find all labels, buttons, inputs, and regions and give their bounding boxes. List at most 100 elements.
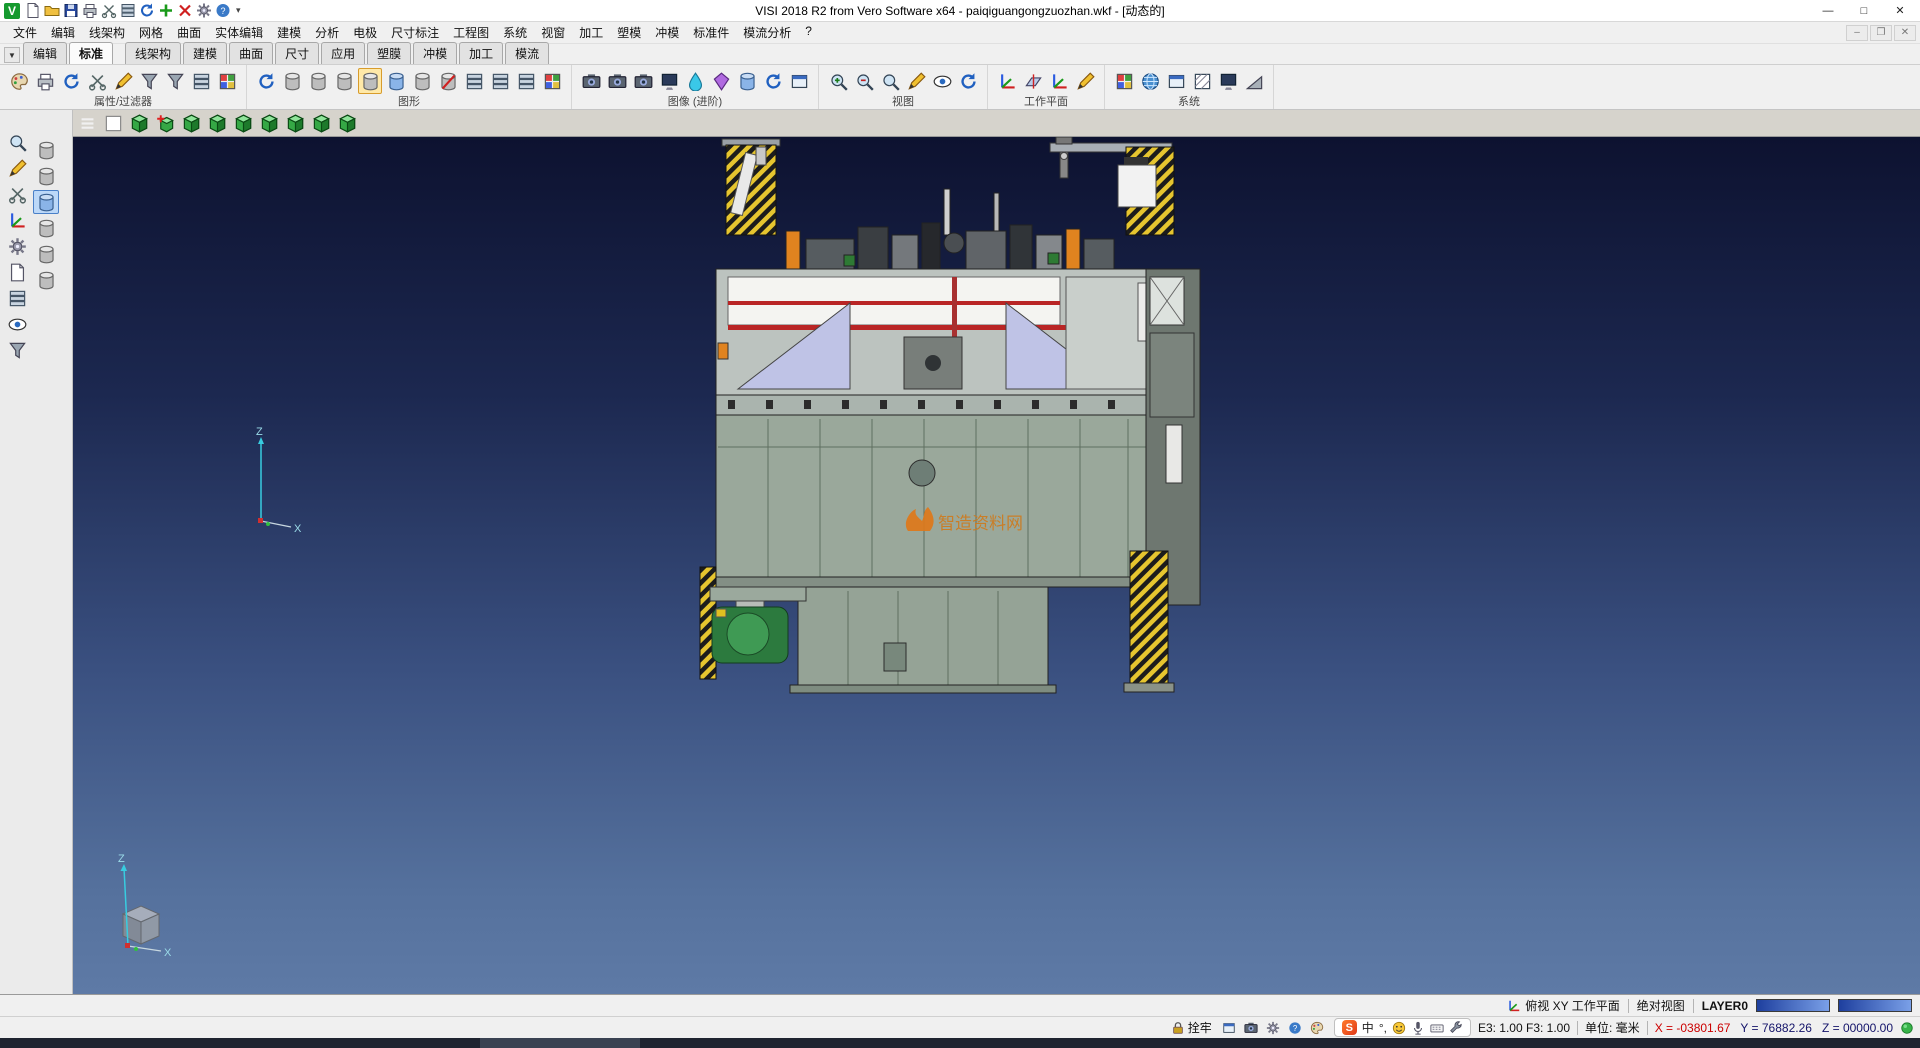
ime-voice-icon[interactable] [1411,1021,1425,1035]
system-web[interactable] [1138,68,1162,94]
close-button[interactable]: ✕ [1882,1,1918,21]
image-capture[interactable] [579,68,603,94]
filter-wireframe[interactable] [33,216,59,240]
filter-points[interactable] [33,268,59,292]
ribbon-tab[interactable]: 线架构 [125,42,181,64]
display-ghost[interactable] [410,68,434,94]
mdi-minimize-button[interactable]: – [1846,25,1868,41]
image-window[interactable] [787,68,811,94]
menu-item[interactable]: 标准件 [686,22,736,43]
system-windows[interactable] [1164,68,1188,94]
view-slider-1[interactable] [1756,999,1830,1012]
menu-item[interactable]: 视窗 [534,22,572,43]
layer-indicator[interactable]: LAYER0 [1702,999,1748,1013]
qat-print[interactable] [81,2,99,20]
sidebar-zoom-tool[interactable] [4,130,30,154]
view-axonometric[interactable] [335,111,359,135]
sidebar-notes-tool[interactable] [4,260,30,284]
display-solid[interactable] [280,68,304,94]
menu-item[interactable]: 工程图 [446,22,496,43]
sidebar-filter-tool[interactable] [4,338,30,362]
mdi-restore-button[interactable]: ❐ [1870,25,1892,41]
minimize-button[interactable]: — [1810,1,1846,21]
sidebar-axes-tool[interactable] [4,208,30,232]
status-help[interactable] [1285,1018,1305,1037]
qat-open-file[interactable] [43,2,61,20]
view-single-window[interactable] [101,111,125,135]
lock-toggle[interactable]: 拴牢 [1171,1019,1212,1036]
mdi-close-button[interactable]: ✕ [1894,25,1916,41]
ime-toolbox-icon[interactable] [1449,1021,1463,1035]
gantry-post-right[interactable] [1050,137,1174,235]
qat-save-file[interactable] [62,2,80,20]
menu-item[interactable]: 系统 [496,22,534,43]
menu-item[interactable]: 编辑 [44,22,82,43]
workplane-origin[interactable] [995,68,1019,94]
qat-layers[interactable] [119,2,137,20]
mode-tab[interactable]: 编辑 [23,42,67,64]
filter-curves[interactable] [33,242,59,266]
menu-item[interactable]: 曲面 [170,22,208,43]
maximize-button[interactable]: □ [1846,1,1882,21]
ribbon-tab[interactable]: 建模 [183,42,227,64]
list-view-1[interactable] [462,68,486,94]
status-settings[interactable] [1263,1018,1283,1037]
display-selected[interactable] [384,68,408,94]
attribute-paint[interactable] [7,68,31,94]
zoom-in[interactable] [826,68,850,94]
view-bottom[interactable] [257,111,281,135]
workplane-axes[interactable] [1047,68,1071,94]
view-left[interactable] [283,111,307,135]
system-hatch[interactable] [1190,68,1214,94]
qat-delete-entity[interactable] [176,2,194,20]
mode-tab[interactable]: 标准 [69,42,113,64]
qat-refresh[interactable] [138,2,156,20]
attribute-trim[interactable] [85,68,109,94]
menu-item[interactable]: 模流分析 [736,22,798,43]
qat-cut[interactable] [100,2,118,20]
sidebar-visibility-tool[interactable] [4,312,30,336]
color-table[interactable] [540,68,564,94]
view-annotate[interactable] [904,68,928,94]
windows-taskbar[interactable] [0,1038,1920,1048]
attribute-swap[interactable] [59,68,83,94]
sidebar-trim-tool[interactable] [4,182,30,206]
image-render[interactable] [605,68,629,94]
image-preview[interactable] [657,68,681,94]
gantry-post-left[interactable] [722,139,780,235]
bolt-band[interactable] [716,395,1178,415]
image-material[interactable] [709,68,733,94]
menu-item[interactable]: 冲模 [648,22,686,43]
sidebar-layers-tool[interactable] [4,286,30,310]
absolute-view-label[interactable]: 绝对视图 [1637,997,1685,1014]
menu-item[interactable]: 塑模 [610,22,648,43]
zoom-fit[interactable] [878,68,902,94]
system-materials[interactable] [1242,68,1266,94]
qat-more-button[interactable]: ▾ [232,5,245,16]
image-refresh[interactable] [761,68,785,94]
attribute-print[interactable] [33,68,57,94]
ribbon-tab[interactable]: 加工 [459,42,503,64]
top-machinery[interactable] [786,189,1114,269]
zoom-out[interactable] [852,68,876,94]
menu-item[interactable]: 文件 [6,22,44,43]
sidebar-settings-tool[interactable] [4,234,30,258]
view-isometric[interactable] [127,111,151,135]
menu-item[interactable]: 电极 [346,22,384,43]
ribbon-tab[interactable]: 塑膜 [367,42,411,64]
image-transparency[interactable] [683,68,707,94]
workplane-indicator[interactable]: 俯视 XY 工作平面 [1507,997,1619,1014]
view-front[interactable] [179,111,203,135]
list-view-2[interactable] [488,68,512,94]
menu-item[interactable]: 建模 [270,22,308,43]
main-body[interactable] [716,415,1156,587]
workplane-edit[interactable] [1073,68,1097,94]
list-view-3[interactable] [514,68,538,94]
qat-add-entity[interactable] [157,2,175,20]
image-background[interactable] [735,68,759,94]
view-back[interactable] [205,111,229,135]
menu-item[interactable]: 加工 [572,22,610,43]
sidebar-sketch-tool[interactable] [4,156,30,180]
ime-emoji-icon[interactable] [1392,1021,1406,1035]
display-wireframe[interactable] [306,68,330,94]
